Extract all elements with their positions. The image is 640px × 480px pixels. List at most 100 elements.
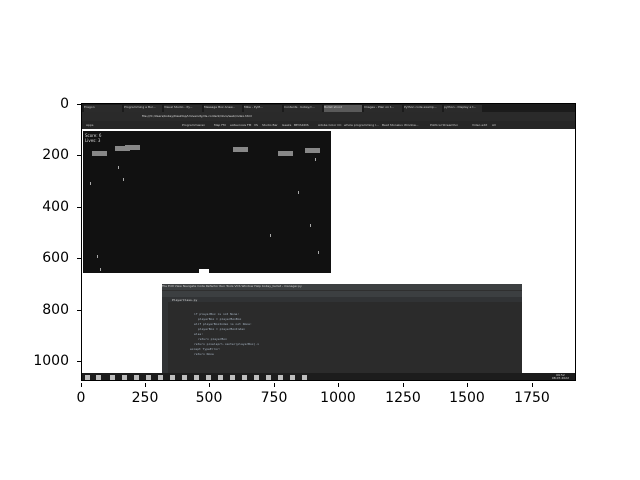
bullet bbox=[90, 182, 91, 185]
app-icon[interactable] bbox=[170, 375, 175, 380]
app-icon[interactable] bbox=[218, 375, 223, 380]
bookmark[interactable]: BEYAKIDS bbox=[294, 123, 309, 127]
bookmark[interactable]: All bbox=[492, 123, 496, 127]
file-explorer-icon[interactable] bbox=[122, 375, 127, 380]
x-tick-label: 1000 bbox=[320, 390, 356, 406]
bullet bbox=[310, 224, 311, 227]
enemy-block bbox=[233, 147, 248, 152]
screenshot-image: Eragon Programming a Bul... Visual Studi… bbox=[81, 103, 576, 381]
code-line: playerBox = playerBoxBox bbox=[198, 317, 242, 321]
browser-tab[interactable]: Visual Studio - Py... bbox=[164, 105, 202, 112]
enemy-block bbox=[305, 148, 320, 153]
game-canvas[interactable]: Score: 6 Lives: 3 bbox=[83, 131, 331, 273]
bullet bbox=[100, 268, 101, 271]
bullet bbox=[270, 234, 271, 237]
y-tick-label: 200 bbox=[42, 147, 69, 163]
x-tick-1250 bbox=[403, 383, 404, 387]
x-tick-750 bbox=[274, 383, 275, 387]
x-tick-250 bbox=[145, 383, 146, 387]
x-tick-label: 750 bbox=[260, 390, 288, 406]
bullet bbox=[298, 191, 299, 194]
code-line: else: bbox=[194, 332, 204, 336]
lives-text: Lives: 3 bbox=[85, 138, 101, 143]
url-field[interactable]: file:///C:/Users/bobsy/Desktop/Universit… bbox=[142, 114, 252, 118]
x-tick-1500 bbox=[467, 383, 468, 387]
player-paddle bbox=[199, 269, 209, 273]
x-tick-0 bbox=[81, 383, 82, 387]
address-bar: file:///C:/Users/bobsy/Desktop/Universit… bbox=[82, 112, 575, 121]
bookmark[interactable]: Studio Bar bbox=[262, 123, 278, 127]
ide-toolbar bbox=[162, 290, 522, 297]
x-tick-label: 250 bbox=[131, 390, 159, 406]
bookmark[interactable]: Video edit bbox=[472, 123, 487, 127]
y-tick-label: 400 bbox=[42, 199, 69, 215]
code-line: if playerBox is not None: bbox=[194, 312, 240, 316]
x-tick-1750 bbox=[532, 383, 533, 387]
bookmark[interactable]: Adobe Color CC bbox=[318, 123, 341, 127]
bookmark[interactable]: Map FM bbox=[214, 123, 226, 127]
x-tick-label: 1500 bbox=[449, 390, 485, 406]
app-icon[interactable] bbox=[242, 375, 247, 380]
browser-tab-active[interactable]: Bullet shoot bbox=[324, 105, 362, 112]
y-tick-label: 600 bbox=[42, 250, 69, 266]
bullet bbox=[123, 178, 124, 181]
bullet bbox=[97, 255, 98, 258]
enemy-block bbox=[125, 145, 140, 150]
x-tick-1000 bbox=[338, 383, 339, 387]
app-icon[interactable] bbox=[230, 375, 235, 380]
app-icon[interactable] bbox=[254, 375, 259, 380]
bookmark[interactable]: Programmieren bbox=[182, 123, 205, 127]
app-icon[interactable] bbox=[134, 375, 139, 380]
bullet bbox=[318, 251, 319, 254]
enemy-block bbox=[92, 151, 107, 156]
search-icon[interactable] bbox=[96, 375, 101, 380]
bookmark[interactable]: eAtavcosis FM bbox=[230, 123, 251, 127]
taskbar-clock[interactable]: 09:52 08.07.2022 bbox=[552, 374, 569, 380]
browser-tab[interactable]: Programming a Bul... bbox=[124, 105, 162, 112]
windows-taskbar: 09:52 08.07.2022 bbox=[82, 373, 575, 380]
app-icon[interactable] bbox=[206, 375, 211, 380]
ide-gutter bbox=[162, 297, 168, 374]
code-line: playerBox = playerBoxIndex bbox=[198, 327, 245, 331]
code-line: elif playerBoxIndex is not None: bbox=[194, 322, 252, 326]
bookmarks-bar: Apps Programmieren Map FM eAtavcosis FM … bbox=[82, 121, 575, 129]
app-icon[interactable] bbox=[182, 375, 187, 380]
bookmark[interactable]: Political Streamfun bbox=[430, 123, 458, 127]
browser-tab[interactable]: Mike - PyM... bbox=[244, 105, 282, 112]
code-line: except TypeError: bbox=[190, 347, 221, 351]
app-icon[interactable] bbox=[158, 375, 163, 380]
browser-tab[interactable]: Images - Plan on t... bbox=[364, 105, 402, 112]
bookmark[interactable]: VS bbox=[254, 123, 258, 127]
browser-tab[interactable]: Contents · bobsy/c... bbox=[284, 105, 322, 112]
app-icon[interactable] bbox=[302, 375, 307, 380]
app-icon[interactable] bbox=[266, 375, 271, 380]
browser-tab[interactable]: Eragon bbox=[84, 105, 122, 112]
ide-file-tab[interactable]: PlayerClass.py bbox=[172, 298, 197, 302]
code-line: return None bbox=[194, 352, 214, 356]
start-icon[interactable] bbox=[85, 375, 90, 380]
app-icon[interactable] bbox=[290, 375, 295, 380]
bullet bbox=[118, 166, 119, 169]
code-line: return pixelsprl.center(playerBox).x bbox=[194, 342, 260, 346]
browser-tab[interactable]: Message Box Answ... bbox=[204, 105, 242, 112]
y-tick-label: 1000 bbox=[33, 353, 69, 369]
bookmark[interactable]: Geeks bbox=[282, 123, 291, 127]
app-icon[interactable] bbox=[146, 375, 151, 380]
bookmark[interactable]: Apps bbox=[86, 123, 93, 127]
clock-date: 08.07.2022 bbox=[551, 376, 569, 380]
browser-tab[interactable]: Python code examp... bbox=[404, 105, 442, 112]
ide-tab-bar: PlayerClass.py bbox=[168, 297, 522, 302]
enemy-block bbox=[278, 151, 293, 156]
x-tick-label: 1250 bbox=[385, 390, 421, 406]
y-tick-label: 800 bbox=[42, 302, 69, 318]
bullet bbox=[315, 158, 316, 161]
app-icon[interactable] bbox=[194, 375, 199, 380]
browser-tab[interactable]: python - Display a t... bbox=[444, 105, 482, 112]
bookmark[interactable]: Beat Stoneluv Window... bbox=[382, 123, 418, 127]
task-view-icon[interactable] bbox=[110, 375, 115, 380]
bookmark[interactable]: whole programming l... bbox=[344, 123, 379, 127]
ide-window: File Edit View Navigate Code Refactor Ru… bbox=[162, 284, 522, 374]
browser-tab-bar: Eragon Programming a Bul... Visual Studi… bbox=[82, 104, 575, 112]
x-tick-500 bbox=[209, 383, 210, 387]
app-icon[interactable] bbox=[278, 375, 283, 380]
